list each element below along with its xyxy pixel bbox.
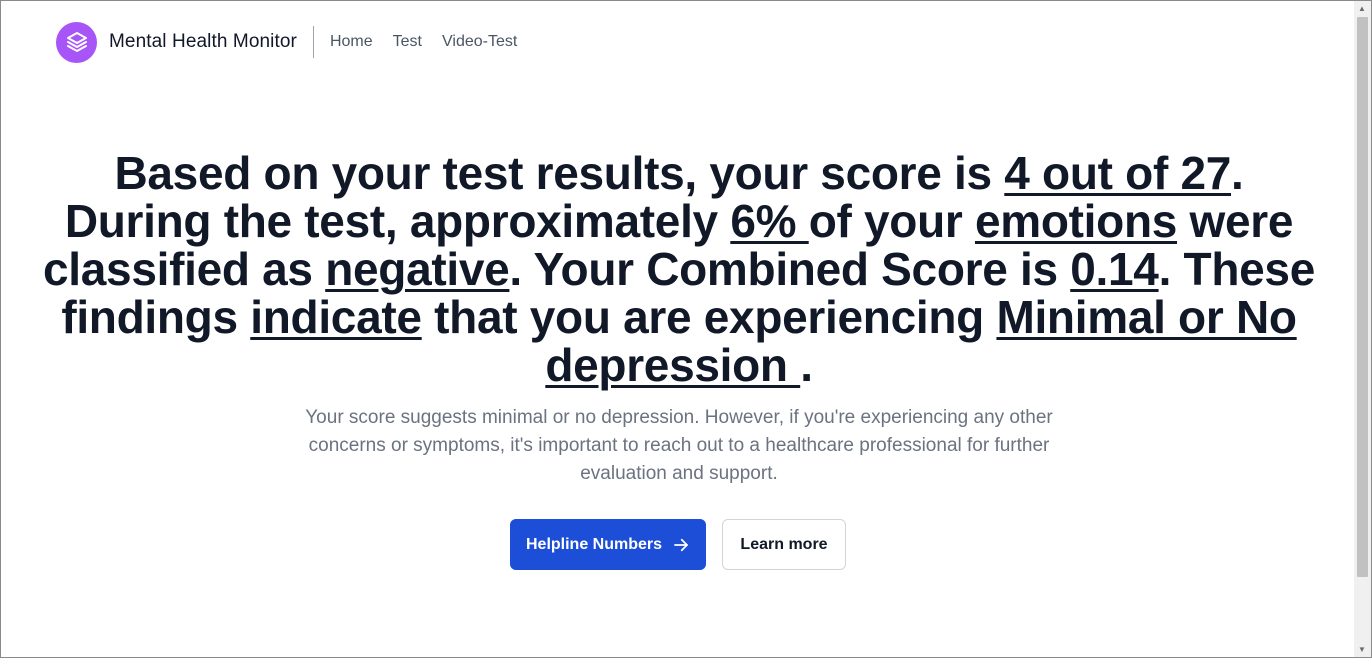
result-text: . Your Combined Score is — [509, 243, 1071, 295]
nav-link-test[interactable]: Test — [393, 33, 422, 51]
scrollbar[interactable]: ▲ ▼ — [1354, 1, 1371, 657]
result-headline: Based on your test results, your score i… — [41, 149, 1317, 389]
result-text: of your — [808, 195, 975, 247]
arrow-right-icon — [672, 536, 690, 554]
nav-link-video-test[interactable]: Video-Test — [442, 33, 517, 51]
nav-divider — [312, 26, 314, 58]
result-description: Your score suggests minimal or no depres… — [305, 407, 1053, 484]
layers-icon[interactable] — [56, 21, 97, 63]
score-value: 4 out of 27 — [1004, 147, 1232, 199]
navbar: Mental Health Monitor Home Test Video-Te… — [56, 21, 537, 63]
negative-term: negative — [325, 243, 510, 295]
brand-name[interactable]: Mental Health Monitor — [109, 31, 297, 53]
emotions-term: emotions — [974, 195, 1178, 247]
result-text: that you are experiencing — [421, 291, 997, 343]
scrollbar-thumb[interactable] — [1357, 17, 1368, 577]
learn-more-button[interactable]: Learn more — [722, 519, 846, 570]
nav-links: Home Test Video-Test — [330, 33, 537, 51]
result-text: Based on your test results, your score i… — [114, 147, 1005, 199]
combined-score-value: 0.14 — [1070, 243, 1159, 295]
helpline-button-label: Helpline Numbers — [525, 535, 663, 553]
negative-percent-value: 6% — [730, 195, 809, 247]
indicate-term: indicate — [250, 291, 422, 343]
scroll-up-icon[interactable]: ▲ — [1358, 4, 1366, 13]
action-buttons: Helpline Numbers Learn more — [510, 519, 846, 570]
nav-link-home[interactable]: Home — [330, 33, 373, 51]
result-text: . — [800, 339, 813, 391]
helpline-numbers-button[interactable]: Helpline Numbers — [510, 519, 706, 570]
scroll-down-icon[interactable]: ▼ — [1358, 645, 1366, 654]
